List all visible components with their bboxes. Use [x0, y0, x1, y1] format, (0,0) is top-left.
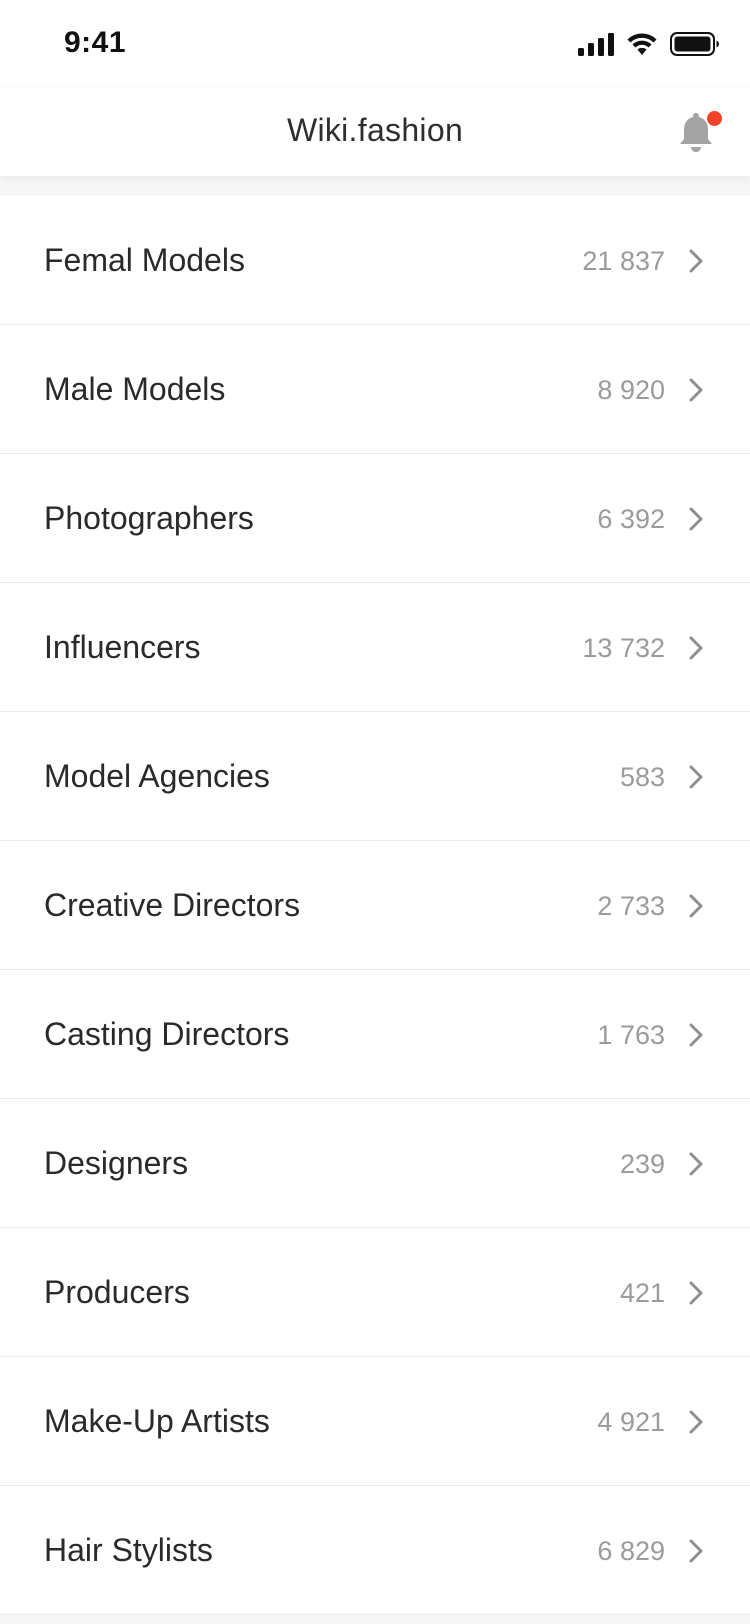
list-item-count: 421: [619, 1278, 665, 1308]
chevron-right-icon: [689, 1281, 703, 1305]
list-item-count: 4 921: [597, 1407, 665, 1437]
list-item-label: Creative Directors: [44, 887, 301, 923]
chevron-right-icon: [689, 1023, 703, 1047]
list-item-count: 6 392: [597, 504, 665, 534]
battery-icon: [670, 32, 719, 56]
list-item-label: Designers: [44, 1145, 189, 1181]
list-item[interactable]: Male Models 8 920: [0, 325, 750, 454]
chevron-right-icon: [689, 765, 703, 789]
list-item-count: 6 829: [597, 1536, 665, 1566]
page-title: Wiki.fashion: [286, 112, 464, 148]
list-item-label: Model Agencies: [44, 758, 270, 794]
list-item[interactable]: Creative Directors 2 733: [0, 841, 750, 970]
list-item-count: 21 837: [582, 246, 665, 276]
list-item[interactable]: Producers 421: [0, 1228, 750, 1357]
list-item-label: Hair Stylists: [44, 1532, 213, 1568]
chevron-right-icon: [689, 1152, 703, 1176]
list-item[interactable]: Hair Stylists 6 829: [0, 1486, 750, 1615]
list-item-count: 2 733: [597, 891, 665, 921]
notifications-button[interactable]: [676, 110, 722, 154]
list-item-label: Femal Models: [44, 242, 245, 278]
cellular-signal-icon: [578, 32, 614, 56]
list-item[interactable]: Designers 239: [0, 1099, 750, 1228]
chevron-right-icon: [689, 507, 703, 531]
list-item-count: 239: [619, 1149, 665, 1179]
chevron-right-icon: [689, 636, 703, 660]
list-item-label: Influencers: [44, 629, 201, 665]
list-item[interactable]: Photographers 6 392: [0, 454, 750, 583]
list-item[interactable]: Casting Directors 1 763: [0, 970, 750, 1099]
notification-badge: [707, 111, 722, 126]
list-item[interactable]: Femal Models 21 837: [0, 196, 750, 325]
chevron-right-icon: [689, 1539, 703, 1563]
list-item-label: Casting Directors: [44, 1016, 290, 1052]
chevron-right-icon: [689, 378, 703, 402]
status-icons: [578, 32, 720, 56]
list-item[interactable]: Make-Up Artists 4 921: [0, 1357, 750, 1486]
list-item-label: Producers: [44, 1274, 190, 1310]
list-item-count: 583: [619, 762, 665, 792]
list-item-count: 13 732: [582, 633, 665, 663]
chevron-right-icon: [689, 249, 703, 273]
wifi-icon: [627, 33, 657, 55]
nav-bar: Wiki.fashion: [0, 88, 750, 176]
chevron-right-icon: [689, 894, 703, 918]
list-item[interactable]: Influencers 13 732: [0, 583, 750, 712]
chevron-right-icon: [689, 1410, 703, 1434]
status-time: 9:41: [64, 26, 127, 59]
list-item[interactable]: Model Agencies 583: [0, 712, 750, 841]
status-bar: 9:41: [0, 0, 750, 88]
list-item-count: 8 920: [597, 375, 665, 405]
list-item-label: Make-Up Artists: [44, 1403, 270, 1439]
list-item-label: Male Models: [44, 371, 226, 407]
list-item-count: 1 763: [597, 1020, 665, 1050]
category-list: Femal Models 21 837 Male Models 8 920 Ph…: [0, 196, 750, 1615]
list-item-label: Photographers: [44, 500, 254, 536]
